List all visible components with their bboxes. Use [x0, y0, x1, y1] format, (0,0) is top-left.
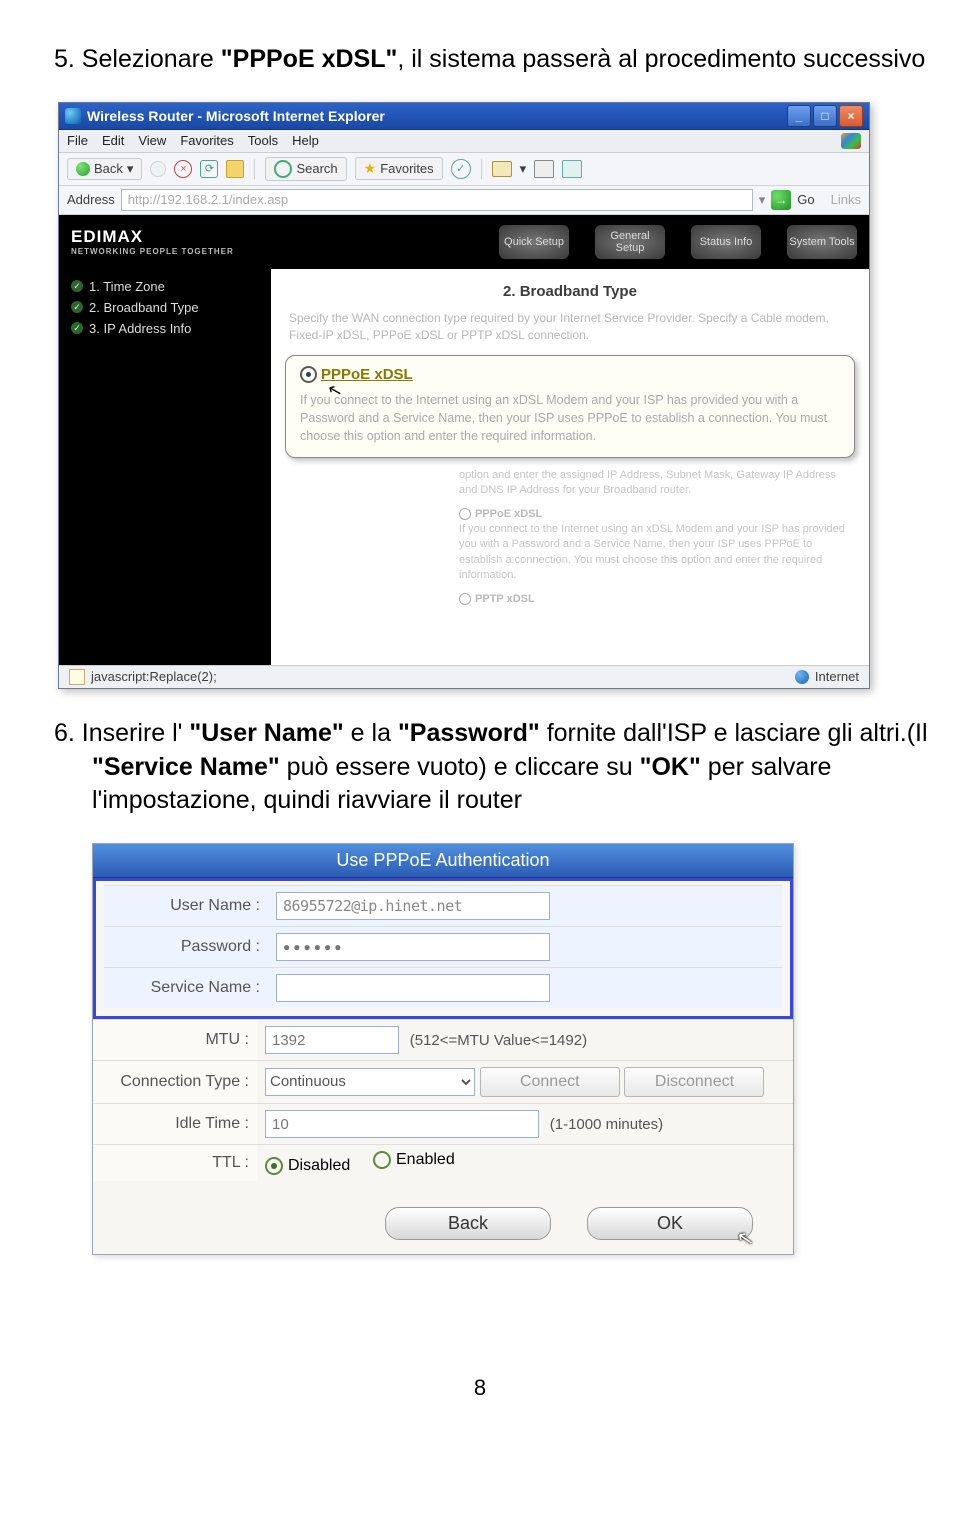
- label-idle: Idle Time :: [93, 1104, 257, 1145]
- page-number: 8: [30, 1375, 930, 1401]
- label-mtu: MTU :: [93, 1020, 257, 1061]
- connect-button[interactable]: Connect: [480, 1067, 620, 1097]
- label-password: Password :: [104, 927, 268, 968]
- star-icon: ★: [364, 160, 377, 177]
- close-button[interactable]: ×: [839, 105, 863, 127]
- sidebar-item-broadband[interactable]: ✓2. Broadband Type: [71, 300, 259, 315]
- minimize-button[interactable]: _: [787, 105, 811, 127]
- menu-file[interactable]: File: [67, 133, 88, 149]
- wizard-sidebar: ✓1. Time Zone ✓2. Broadband Type ✓3. IP …: [59, 269, 271, 665]
- ttl-disabled-option[interactable]: Disabled: [265, 1157, 350, 1175]
- sidebar-item-timezone[interactable]: ✓1. Time Zone: [71, 279, 259, 294]
- ok-button[interactable]: OK ↖: [587, 1207, 753, 1240]
- nav-status-info[interactable]: Status Info: [691, 225, 761, 259]
- radio-icon: [459, 508, 471, 520]
- address-input[interactable]: [121, 189, 753, 211]
- print-icon[interactable]: [534, 160, 554, 178]
- refresh-icon[interactable]: ⟳: [200, 160, 218, 178]
- radio-icon: [265, 1157, 283, 1175]
- form-title: Use PPPoE Authentication: [93, 844, 793, 878]
- screenshot-browser: Wireless Router - Microsoft Internet Exp…: [58, 102, 870, 689]
- window-titlebar: Wireless Router - Microsoft Internet Exp…: [59, 103, 869, 130]
- search-icon: [274, 160, 292, 178]
- stop-icon[interactable]: ×: [174, 160, 192, 178]
- page-header: EDIMAX NETWORKING PEOPLE TOGETHER Quick …: [59, 215, 869, 269]
- label-service: Service Name :: [104, 968, 268, 1009]
- connection-type-select[interactable]: Continuous: [265, 1068, 475, 1096]
- separator: [254, 159, 255, 179]
- menu-help[interactable]: Help: [292, 133, 319, 149]
- maximize-button[interactable]: □: [813, 105, 837, 127]
- back-button[interactable]: Back: [385, 1207, 551, 1240]
- back-button[interactable]: Back ▾: [67, 158, 142, 180]
- check-icon: ✓: [71, 280, 83, 292]
- label-username: User Name :: [104, 886, 268, 927]
- idle-time-input[interactable]: [265, 1110, 539, 1138]
- section-title: 2. Broadband Type: [289, 283, 851, 300]
- app-icon: [65, 108, 81, 124]
- status-bar: javascript:Replace(2); Internet: [59, 665, 869, 688]
- radio-icon: [373, 1151, 391, 1169]
- go-label: Go: [797, 192, 814, 207]
- mail-icon[interactable]: [492, 161, 512, 177]
- history-icon[interactable]: ✓: [451, 159, 471, 179]
- edimax-logo: EDIMAX NETWORKING PEOPLE TOGETHER: [71, 227, 234, 256]
- service-name-input[interactable]: [276, 974, 550, 1002]
- screenshot-pppoe-form: Use PPPoE Authentication User Name : Pas…: [92, 843, 794, 1255]
- toolbar: Back ▾ × ⟳ Search ★Favorites ✓ ▾: [59, 153, 869, 186]
- home-icon[interactable]: [226, 160, 244, 178]
- label-ttl: TTL :: [93, 1145, 257, 1182]
- pppoe-option-callout[interactable]: ↖ PPPoE xDSL If you connect to the Inter…: [285, 355, 855, 458]
- hand-cursor-icon: ↖: [735, 1225, 756, 1253]
- label-conntype: Connection Type :: [93, 1061, 257, 1104]
- status-left: javascript:Replace(2);: [91, 669, 217, 684]
- ie-logo-icon: [841, 133, 861, 149]
- check-icon: ✓: [71, 301, 83, 313]
- menu-edit[interactable]: Edit: [102, 133, 124, 149]
- go-button[interactable]: →: [771, 190, 791, 210]
- ttl-enabled-option[interactable]: Enabled: [373, 1151, 455, 1169]
- search-button[interactable]: Search: [265, 157, 346, 181]
- page-icon: [69, 669, 85, 685]
- globe-icon: [795, 670, 809, 684]
- edit-icon[interactable]: [562, 160, 582, 178]
- check-icon: ✓: [71, 322, 83, 334]
- step6-text: 6. Inserire l' "User Name" e la "Passwor…: [92, 717, 930, 818]
- step5-text: 5. Selezionare "PPPoE xDSL", il sistema …: [92, 43, 930, 77]
- back-icon: [76, 162, 90, 176]
- disconnect-button[interactable]: Disconnect: [624, 1067, 764, 1097]
- links-label[interactable]: Links: [831, 192, 861, 207]
- window-title: Wireless Router - Microsoft Internet Exp…: [87, 108, 385, 124]
- username-input[interactable]: [276, 892, 550, 920]
- menu-view[interactable]: View: [138, 133, 166, 149]
- nav-quick-setup[interactable]: Quick Setup: [499, 225, 569, 259]
- menu-tools[interactable]: Tools: [248, 133, 278, 149]
- mtu-input[interactable]: [265, 1026, 399, 1054]
- radio-icon: [459, 593, 471, 605]
- sidebar-item-ipaddress[interactable]: ✓3. IP Address Info: [71, 321, 259, 336]
- nav-general-setup[interactable]: General Setup: [595, 225, 665, 259]
- radio-icon[interactable]: [300, 366, 317, 383]
- mtu-note: (512<=MTU Value<=1492): [410, 1032, 587, 1049]
- nav-system-tools[interactable]: System Tools: [787, 225, 857, 259]
- forward-button[interactable]: [150, 161, 166, 177]
- wizard-main: 2. Broadband Type Specify the WAN connec…: [271, 269, 869, 665]
- idle-note: (1-1000 minutes): [550, 1116, 663, 1133]
- address-label: Address: [67, 192, 115, 207]
- status-right: Internet: [815, 669, 859, 684]
- menu-favorites[interactable]: Favorites: [180, 133, 233, 149]
- separator: [481, 159, 482, 179]
- address-bar: Address ▾ → Go Links: [59, 186, 869, 215]
- pppoe-body: If you connect to the Internet using an …: [300, 391, 840, 445]
- section-intro: Specify the WAN connection type required…: [289, 310, 851, 345]
- menu-bar: File Edit View Favorites Tools Help: [59, 130, 869, 153]
- faint-fixedip-remainder: option and enter the assigned IP Address…: [459, 468, 851, 607]
- favorites-button[interactable]: ★Favorites: [355, 157, 443, 180]
- password-input[interactable]: [276, 933, 550, 961]
